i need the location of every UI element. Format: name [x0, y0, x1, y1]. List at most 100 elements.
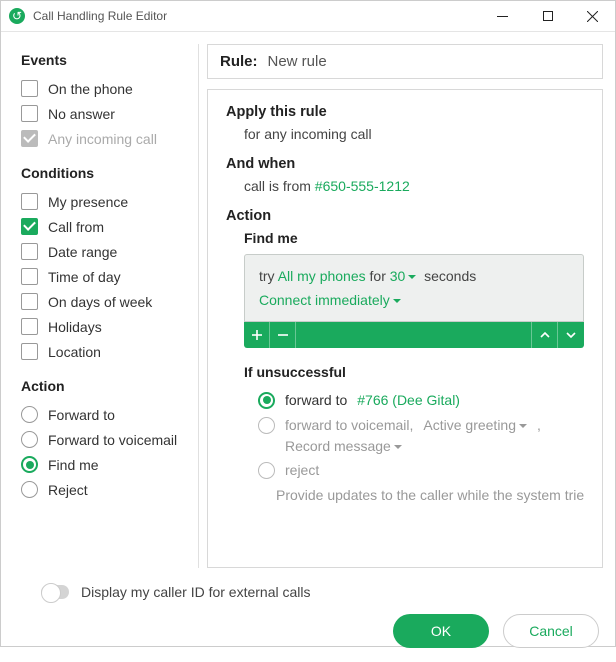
seconds-dropdown[interactable]: 30 [390, 268, 417, 284]
radio-icon [258, 392, 275, 409]
connect-dropdown[interactable]: Connect immediately [259, 292, 401, 308]
option-label: No answer [48, 106, 115, 122]
maximize-button[interactable] [525, 1, 570, 31]
unsuccessful-forward-voicemail-line2: Record message [244, 438, 584, 458]
conditions-heading: Conditions [21, 165, 190, 181]
phones-dropdown[interactable]: All my phones [278, 268, 366, 284]
rule-name-value: New rule [268, 53, 327, 70]
window-title: Call Handling Rule Editor [33, 9, 167, 23]
event-on-the-phone[interactable]: On the phone [21, 76, 190, 101]
record-dropdown[interactable]: Record message [285, 438, 402, 454]
events-heading: Events [21, 52, 190, 68]
checkbox-icon [21, 80, 38, 97]
close-button[interactable] [570, 1, 615, 31]
dialog-buttons: OK Cancel [17, 614, 599, 648]
unsuccessful-heading: If unsuccessful [244, 364, 584, 380]
unsuccessful-forward-to[interactable]: forward to #766 (Dee Gital) [244, 388, 584, 413]
option-label: My presence [48, 194, 128, 210]
truncated-option: Provide updates to the caller while the … [244, 487, 584, 503]
toggle-label: Display my caller ID for external calls [81, 584, 311, 600]
move-up-button[interactable] [532, 322, 558, 348]
for-word: for [370, 268, 386, 284]
when-prefix: call is from [244, 178, 315, 194]
action-forward-to-voicemail[interactable]: Forward to voicemail [21, 427, 190, 452]
action-reject[interactable]: Reject [21, 477, 190, 502]
reject-label: reject [285, 462, 319, 478]
cancel-button[interactable]: Cancel [503, 614, 599, 648]
window-controls [480, 1, 615, 31]
option-label: Time of day [48, 269, 121, 285]
condition-holidays[interactable]: Holidays [21, 314, 190, 339]
sidebar: Events On the phone No answer Any incomi… [1, 44, 199, 568]
option-label: Forward to voicemail [48, 432, 177, 448]
app-icon [9, 8, 25, 24]
condition-days-of-week[interactable]: On days of week [21, 289, 190, 314]
event-no-answer[interactable]: No answer [21, 101, 190, 126]
unsuccessful-reject[interactable]: reject [244, 458, 584, 483]
forward-to-label: forward to [285, 392, 347, 408]
checkbox-icon [21, 318, 38, 335]
option-label: Any incoming call [48, 131, 157, 147]
minimize-button[interactable] [480, 1, 525, 31]
try-word: try [259, 268, 275, 284]
option-label: Find me [48, 457, 99, 473]
action-heading: Action [21, 378, 190, 394]
option-label: Location [48, 344, 101, 360]
footer: Display my caller ID for external calls … [1, 568, 615, 662]
checkbox-icon [21, 243, 38, 260]
radio-icon [21, 481, 38, 498]
remove-step-button[interactable] [270, 322, 296, 348]
radio-icon [21, 406, 38, 423]
checkbox-icon [21, 105, 38, 122]
option-label: Call from [48, 219, 104, 235]
condition-my-presence[interactable]: My presence [21, 189, 190, 214]
checkbox-icon [21, 268, 38, 285]
move-down-button[interactable] [558, 322, 584, 348]
if-unsuccessful-section: If unsuccessful forward to #766 (Dee Git… [244, 364, 584, 503]
action-forward-to[interactable]: Forward to [21, 402, 190, 427]
condition-time-of-day[interactable]: Time of day [21, 264, 190, 289]
checkbox-icon [21, 130, 38, 147]
ok-button[interactable]: OK [393, 614, 489, 648]
forward-to-target-link[interactable]: #766 (Dee Gital) [357, 392, 460, 408]
add-step-button[interactable] [244, 322, 270, 348]
option-label: On the phone [48, 81, 133, 97]
checkbox-icon [21, 343, 38, 360]
find-me-step-card: try All my phones for 30 seconds Connect… [244, 254, 584, 322]
option-label: Holidays [48, 319, 102, 335]
when-text: call is from #650-555-1212 [226, 178, 584, 194]
condition-location[interactable]: Location [21, 339, 190, 364]
find-me-toolbar [244, 322, 584, 348]
find-me-heading: Find me [226, 230, 584, 246]
rule-body: Apply this rule for any incoming call An… [207, 89, 603, 568]
option-label: Date range [48, 244, 117, 260]
caller-id-toggle-row[interactable]: Display my caller ID for external calls [17, 576, 599, 614]
greeting-dropdown[interactable]: Active greeting [423, 417, 527, 433]
rule-name-label: Rule: [220, 53, 258, 70]
radio-icon [258, 417, 275, 434]
radio-icon [258, 462, 275, 479]
seconds-word: seconds [424, 268, 476, 284]
option-label: On days of week [48, 294, 152, 310]
titlebar: Call Handling Rule Editor [1, 1, 615, 32]
checkbox-icon [21, 193, 38, 210]
option-label: Reject [48, 482, 88, 498]
when-heading: And when [226, 156, 584, 172]
forward-vm-label: forward to voicemail, [285, 417, 413, 433]
rule-name-field[interactable]: Rule: New rule [207, 44, 603, 79]
action-find-me[interactable]: Find me [21, 452, 190, 477]
unsuccessful-forward-voicemail[interactable]: forward to voicemail, Active greeting, [244, 413, 584, 438]
condition-call-from[interactable]: Call from [21, 214, 190, 239]
apply-text: for any incoming call [226, 126, 584, 142]
radio-icon [21, 431, 38, 448]
option-label: Forward to [48, 407, 115, 423]
condition-date-range[interactable]: Date range [21, 239, 190, 264]
toggle-switch[interactable] [41, 585, 69, 599]
rule-panel: Rule: New rule Apply this rule for any i… [207, 44, 603, 568]
checkbox-icon [21, 293, 38, 310]
event-any-incoming-call: Any incoming call [21, 126, 190, 151]
when-number-link[interactable]: #650-555-1212 [315, 178, 410, 194]
radio-icon [21, 456, 38, 473]
action-section-heading: Action [226, 208, 584, 224]
toolbar-spacer [296, 322, 532, 348]
